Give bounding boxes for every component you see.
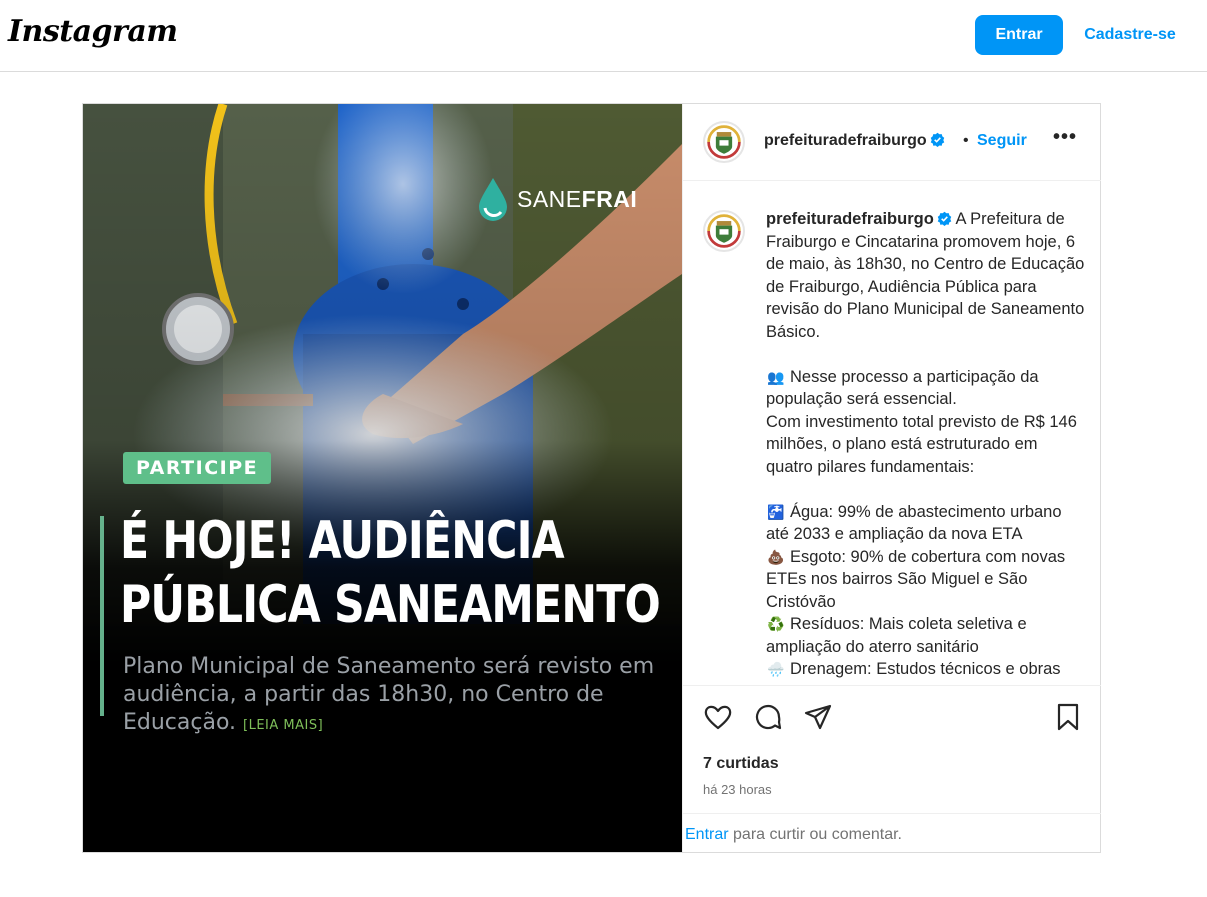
bookmark-icon[interactable]: [1053, 702, 1083, 732]
brand-prefix: SANE: [517, 185, 582, 212]
item-sewage-text: Esgoto: 90% de cobertura com novas ETEs …: [766, 547, 1070, 611]
participation-text: Nesse processo a participação da populaç…: [766, 367, 1044, 409]
login-prompt-text: para curtir ou comentar.: [728, 826, 902, 843]
item-water-text: Água: 99% de abastecimento urbano até 20…: [766, 502, 1067, 544]
share-icon[interactable]: [803, 702, 833, 732]
caption-scroll-area[interactable]: prefeituradefraiburgo A Prefeitura de Fr…: [683, 182, 1101, 682]
caption-intro: A Prefeitura de Fraiburgo e Cincatarina …: [766, 210, 1085, 341]
caption-participation: 👥 Nesse processo a participação da popula…: [766, 366, 1088, 411]
caption-item-water: 🚰 Água: 99% de abastecimento urbano até 2…: [766, 501, 1088, 546]
post-image[interactable]: SANEFRAI PARTICIPE É HOJE! AUDIÊNCIA PÚB…: [83, 104, 682, 852]
top-navbar: Instagram Entrar Cadastre-se: [0, 0, 1207, 72]
headline-line-1: É HOJE! AUDIÊNCIA: [120, 511, 565, 571]
subtext-body: Plano Municipal de Saneamento será revis…: [123, 654, 655, 735]
post-header: prefeituradefraiburgo • Seguir •••: [683, 104, 1101, 181]
caption-item-drainage: 🌧️ Drenagem: Estudos técnicos e obras: [766, 658, 1088, 681]
item-drainage-text: Drenagem: Estudos técnicos e obras: [790, 660, 1061, 678]
header-separator: •: [963, 132, 969, 149]
caption-item-sewage: 💩 Esgoto: 90% de cobertura com novas ETEs…: [766, 546, 1088, 614]
instagram-logo[interactable]: Instagram: [8, 14, 178, 49]
post-caption: prefeituradefraiburgo A Prefeitura de Fr…: [766, 208, 1088, 681]
coat-of-arms-icon: [705, 123, 743, 161]
comment-icon[interactable]: [753, 702, 783, 732]
verified-badge-icon: [930, 132, 944, 147]
coat-of-arms-icon: [705, 212, 743, 250]
heart-icon[interactable]: [703, 702, 733, 732]
post-sidebar: prefeituradefraiburgo • Seguir ••• prefe…: [682, 104, 1101, 852]
caption-gap: [766, 343, 1088, 366]
recycle-icon: ♻️: [767, 616, 785, 632]
verified-badge-icon: [937, 211, 952, 226]
people-icon: 👥: [767, 368, 785, 385]
caption-investment: Com investimento total previsto de R$ 14…: [766, 412, 1082, 476]
caption-username[interactable]: prefeituradefraiburgo: [766, 210, 934, 228]
signup-link[interactable]: Cadastre-se: [1077, 15, 1183, 55]
water-tap-icon: 🚰: [767, 503, 785, 520]
login-prompt: Entrar para curtir ou comentar.: [683, 813, 1101, 852]
post-timestamp[interactable]: há 23 horas: [703, 782, 772, 797]
rain-cloud-icon: 🌧️: [767, 661, 785, 677]
login-button[interactable]: Entrar: [975, 15, 1063, 55]
post-actions: 7 curtidas há 23 horas: [683, 685, 1101, 815]
follow-button[interactable]: Seguir: [977, 132, 1027, 150]
caption-avatar[interactable]: [703, 210, 745, 252]
participe-tag: PARTICIPE: [123, 452, 272, 484]
likes-count[interactable]: 7 curtidas: [703, 755, 779, 773]
sewage-icon: 💩: [767, 548, 785, 565]
header-username-text[interactable]: prefeituradefraiburgo: [764, 132, 927, 149]
login-link[interactable]: Entrar: [685, 826, 729, 843]
headline-line-2: PÚBLICA SANEAMENTO: [120, 575, 661, 635]
item-waste-text: Resíduos: Mais coleta seletiva e ampliaç…: [766, 615, 1032, 656]
more-options-icon[interactable]: •••: [1053, 126, 1077, 149]
caption-gap: [766, 478, 1088, 501]
profile-avatar[interactable]: [703, 121, 745, 163]
caption-item-waste: ♻️ Resíduos: Mais coleta seletiva e ampli…: [766, 613, 1088, 658]
sanefrai-logo: SANEFRAI: [475, 176, 637, 222]
water-drop-icon: [479, 178, 507, 221]
image-subtext: Plano Municipal de Saneamento será revis…: [123, 653, 663, 740]
accent-bar: [100, 516, 104, 716]
header-username[interactable]: prefeituradefraiburgo: [764, 132, 945, 150]
image-headline: É HOJE! AUDIÊNCIA PÚBLICA SANEAMENTO: [120, 509, 661, 637]
read-more-label: [LEIA MAIS]: [243, 718, 324, 733]
post-card: SANEFRAI PARTICIPE É HOJE! AUDIÊNCIA PÚB…: [82, 103, 1101, 853]
brand-suffix: FRAI: [581, 185, 638, 212]
